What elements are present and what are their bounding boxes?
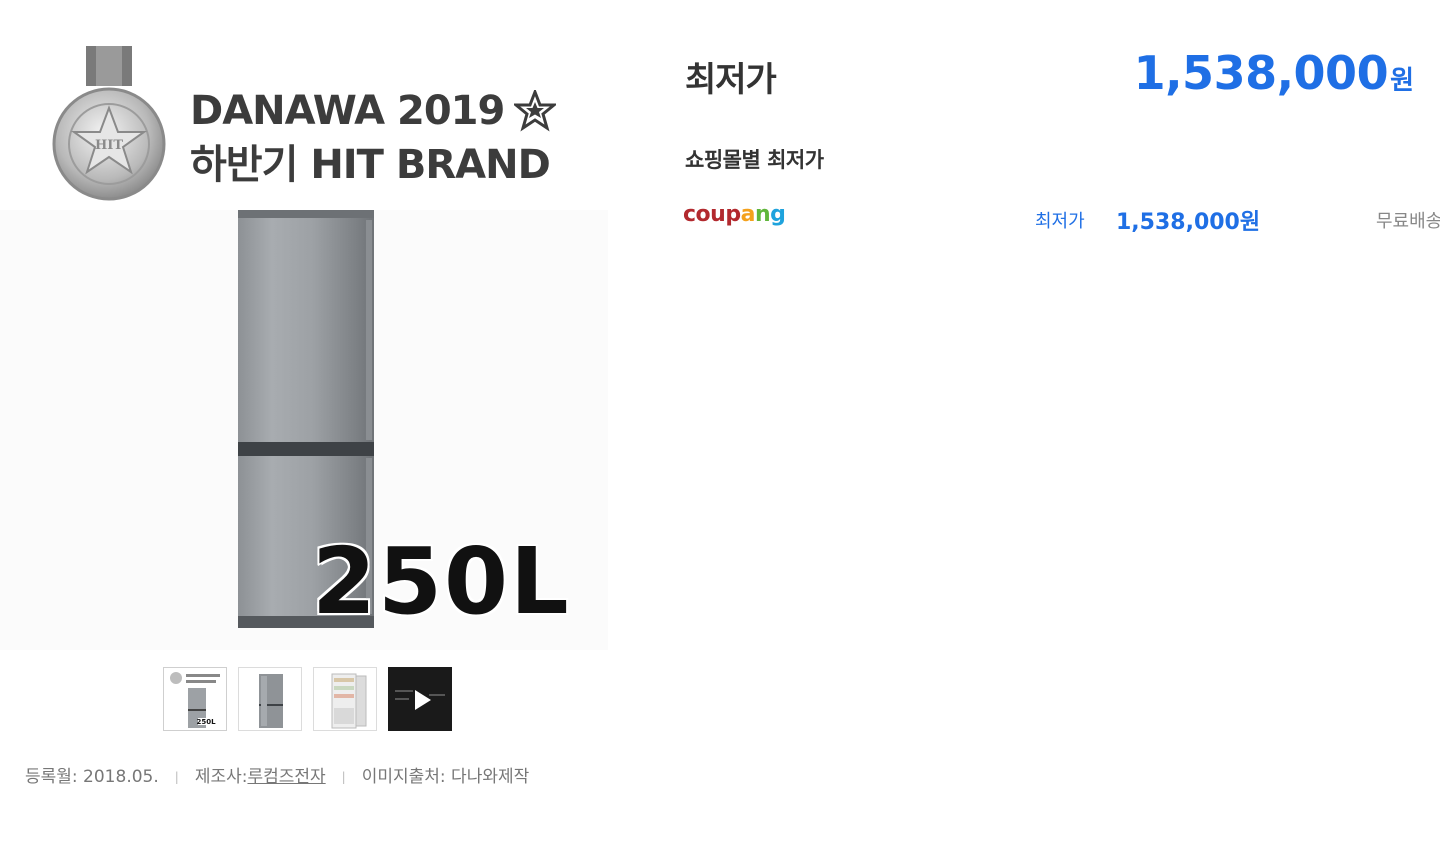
logo-letter: o (695, 202, 711, 227)
mall-lowest-label: 최저가 (1035, 211, 1085, 232)
star-icon (514, 90, 557, 132)
meta-divider: | (174, 769, 179, 784)
product-main-image[interactable]: HIT DANAWA 2019 하반기 HIT BRAND 250L (0, 40, 612, 652)
lowest-price-amount: 1,538,000 (1133, 46, 1389, 100)
logo-letter: n (754, 202, 771, 227)
thumbnail-award[interactable]: 250L (163, 667, 227, 731)
coupang-logo[interactable]: coupang (683, 202, 786, 227)
mall-price[interactable]: 1,538,000원 (1116, 204, 1260, 236)
thumbnail-list: 250L (163, 667, 452, 731)
image-source: 이미지출처: 다나와제작 (361, 767, 530, 787)
thumbnail-open[interactable] (313, 667, 377, 731)
product-meta: 등록월: 2018.05. | 제조사: 루컴즈전자 | 이미지출처: 다나와제… (25, 762, 529, 787)
thumbnail-award-image: 250L (170, 672, 220, 728)
capacity-label: 250L (311, 527, 571, 637)
thumbnail-front[interactable] (238, 667, 302, 731)
registered-date: 등록월: 2018.05. (25, 767, 159, 787)
thumbnail-front-image (259, 674, 283, 728)
mall-row[interactable]: coupang 최저가 1,538,000원 무료배송 (683, 200, 1440, 240)
thumbnail-open-image (331, 673, 367, 729)
medal-icon: HIT (52, 46, 166, 201)
svg-text:HIT: HIT (95, 138, 123, 153)
svg-text:250L: 250L (196, 718, 216, 726)
lowest-price-title: 최저가 (685, 60, 777, 100)
award-banner: HIT DANAWA 2019 하반기 HIT BRAND (40, 46, 600, 206)
thumbnail-video[interactable] (388, 667, 452, 731)
award-subtitle: 하반기 HIT BRAND (190, 142, 551, 188)
mall-prices-title: 쇼핑몰별 최저가 (685, 148, 824, 172)
award-title: DANAWA 2019 (190, 88, 505, 134)
logo-letter: g (770, 202, 786, 227)
lowest-price-currency: 원 (1390, 66, 1414, 96)
play-icon (395, 690, 445, 710)
maker-label: 제조사: (194, 767, 248, 787)
maker-link[interactable]: 루컴즈전자 (247, 762, 325, 787)
logo-letter: u (710, 202, 726, 227)
logo-letter: a (740, 202, 756, 227)
mall-delivery: 무료배송 (1376, 211, 1440, 232)
logo-letter: p (725, 202, 741, 227)
meta-divider: | (341, 769, 346, 784)
lowest-price[interactable]: 1,538,000 원 (1134, 46, 1414, 100)
logo-letter: c (683, 202, 696, 227)
